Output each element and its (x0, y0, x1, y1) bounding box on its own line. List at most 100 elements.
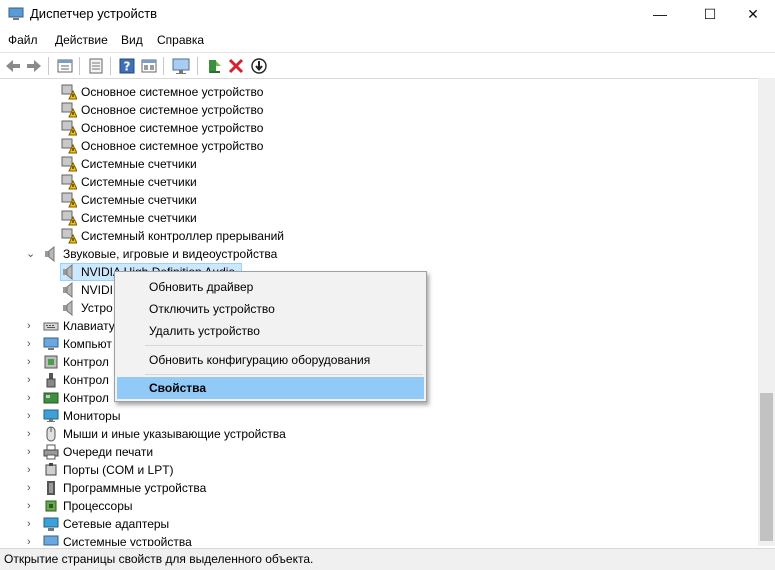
expand-chevron-icon[interactable]: › (27, 479, 37, 497)
minimize-button[interactable]: — (637, 0, 683, 28)
menu-action[interactable]: Действие (55, 33, 108, 47)
tree-item-label: Системный контроллер прерываний (81, 229, 284, 243)
expand-chevron-icon[interactable]: › (27, 515, 37, 533)
tree-item-label: Устро (81, 301, 113, 315)
menu-help[interactable]: Справка (157, 33, 204, 47)
system-device-icon (43, 535, 59, 546)
controller-icon (43, 392, 59, 404)
toolbar-separator (163, 57, 164, 75)
warning-device-icon (61, 138, 77, 154)
keyboard-icon (43, 322, 59, 331)
cpu-icon (45, 500, 57, 512)
tree-item-label: Сетевые адаптеры (63, 517, 170, 531)
usb-icon (46, 373, 56, 388)
monitor-icon (43, 409, 59, 422)
tree-item-label: Контрол (63, 355, 109, 369)
maximize-button[interactable]: ☐ (687, 0, 733, 28)
toolbar-separator (110, 57, 111, 75)
device-view-icon[interactable] (56, 57, 74, 75)
back-icon[interactable] (4, 57, 22, 75)
menu-properties[interactable]: Свойства (117, 377, 424, 399)
warning-device-icon (61, 156, 77, 172)
collapse-chevron-icon[interactable]: ⌄ (26, 245, 36, 263)
device-manager-icon (8, 7, 24, 20)
port-icon (45, 463, 57, 476)
tree-item-label: Основное системное устройство (81, 85, 264, 99)
expand-chevron-icon[interactable]: › (27, 461, 37, 479)
printer-icon (43, 444, 59, 460)
mouse-icon (46, 426, 56, 442)
uninstall-icon[interactable] (227, 57, 245, 75)
menu-item-label: Обновить конфигурацию оборудования (149, 353, 371, 367)
toolbar: ? (0, 52, 775, 79)
tree-item-label: Мониторы (63, 409, 121, 423)
expand-chevron-icon[interactable]: › (27, 425, 37, 443)
properties-icon[interactable] (87, 57, 105, 75)
menu-file[interactable]: Файл (8, 33, 38, 47)
tree-item-label: Порты (COM и LPT) (63, 463, 174, 477)
tree-item-label: Системные счетчики (81, 175, 197, 189)
speaker-icon (63, 282, 73, 298)
warning-device-icon (61, 120, 77, 136)
expand-chevron-icon[interactable]: › (27, 407, 37, 425)
expand-chevron-icon[interactable]: › (27, 443, 37, 461)
menu-view[interactable]: Вид (121, 33, 143, 47)
update-driver-icon[interactable] (205, 57, 223, 75)
tree-item-label: Очереди печати (63, 445, 154, 459)
forward-icon[interactable] (25, 57, 43, 75)
context-menu: Обновить драйвер Отключить устройство Уд… (114, 271, 427, 402)
tree-item-label: Программные устройства (63, 481, 207, 495)
speaker-icon (63, 264, 73, 280)
expand-chevron-icon[interactable]: › (27, 317, 37, 335)
expand-chevron-icon[interactable]: › (27, 353, 37, 371)
window-title: Диспетчер устройств (30, 6, 158, 21)
menu-update-driver[interactable]: Обновить драйвер (117, 276, 424, 298)
toolbar-separator (197, 57, 198, 75)
status-bar: Открытие страницы свойств для выделенног… (0, 548, 775, 570)
help-icon[interactable]: ? (118, 57, 136, 75)
download-icon[interactable] (250, 57, 268, 75)
network-icon (43, 517, 59, 531)
tree-item-label: Системные счетчики (81, 157, 197, 171)
menu-item-label: Удалить устройство (149, 324, 260, 338)
menu-separator (145, 374, 423, 375)
tree-item-label: Процессоры (63, 499, 133, 513)
close-button[interactable]: ✕ (730, 0, 775, 28)
tree-item-label: Клавиату (63, 319, 115, 333)
tree-item-label: Мыши и иные указывающие устройства (63, 427, 286, 441)
warning-device-icon (61, 192, 77, 208)
tree-item-label: Основное системное устройство (81, 121, 264, 135)
warning-device-icon (61, 102, 77, 118)
expand-chevron-icon[interactable]: › (27, 389, 37, 407)
speaker-icon (63, 300, 73, 316)
tree-item-label: NVIDI (81, 283, 114, 297)
menu-item-label: Свойства (149, 381, 207, 395)
monitor-scan-icon[interactable] (172, 57, 190, 75)
expand-chevron-icon[interactable]: › (27, 371, 37, 389)
tree-item-label: Системные устройства (63, 535, 192, 546)
menu-item-label: Обновить драйвер (149, 280, 254, 294)
menu-uninstall-device[interactable]: Удалить устройство (117, 320, 424, 342)
controller-icon (44, 355, 58, 369)
tree-item-label: Основное системное устройство (81, 139, 264, 153)
scrollbar-thumb[interactable] (760, 393, 773, 541)
warning-device-icon (61, 84, 77, 100)
status-text: Открытие страницы свойств для выделенног… (4, 552, 314, 566)
title-bar: Диспетчер устройств — ☐ ✕ (0, 0, 775, 28)
tree-item-label: Контрол (63, 391, 109, 405)
svg-text:?: ? (124, 60, 131, 74)
expand-chevron-icon[interactable]: › (27, 497, 37, 515)
tree-item-label: Звуковые, игровые и видеоустройства (63, 247, 278, 261)
tree-item-label: Компьют (63, 337, 112, 351)
view-icon[interactable] (140, 57, 158, 75)
menu-item-label: Отключить устройство (149, 302, 275, 316)
menu-disable-device[interactable]: Отключить устройство (117, 298, 424, 320)
tree-item-label: Системные счетчики (81, 193, 197, 207)
speaker-icon (45, 246, 55, 262)
expand-chevron-icon[interactable]: › (27, 335, 37, 353)
computer-icon (43, 337, 59, 350)
expand-chevron-icon[interactable]: › (27, 533, 37, 546)
tree-item-label: Системные счетчики (81, 211, 197, 225)
warning-device-icon (61, 174, 77, 190)
menu-scan-hardware[interactable]: Обновить конфигурацию оборудования (117, 349, 424, 371)
